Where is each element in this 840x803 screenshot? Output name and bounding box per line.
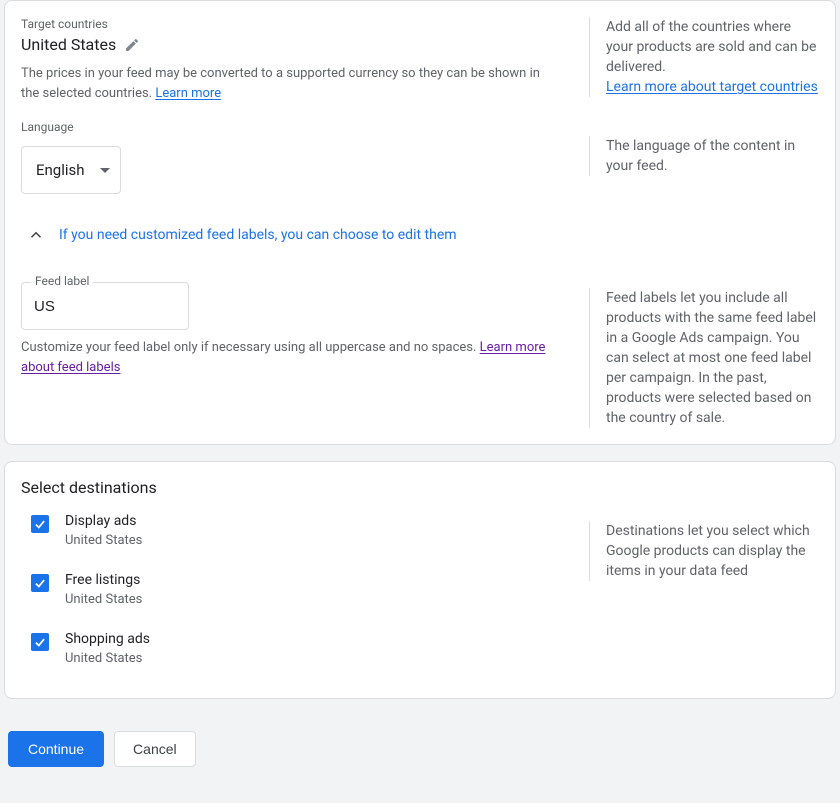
destination-checkbox[interactable] bbox=[31, 633, 49, 651]
destination-checkbox[interactable] bbox=[31, 515, 49, 533]
feed-label-expander-text: If you need customized feed labels, you … bbox=[59, 227, 457, 243]
destination-label: Display ads bbox=[65, 513, 142, 529]
language-value: English bbox=[36, 161, 85, 179]
target-learn-more-link[interactable]: Learn more bbox=[155, 86, 221, 101]
destination-row: Free listings United States bbox=[21, 564, 557, 623]
destination-checkbox[interactable] bbox=[31, 574, 49, 592]
language-label: Language bbox=[21, 120, 557, 134]
destination-label: Free listings bbox=[65, 572, 142, 588]
check-icon bbox=[33, 517, 47, 531]
feed-label-side-text: Feed labels let you include all products… bbox=[589, 288, 819, 428]
check-icon bbox=[33, 576, 47, 590]
destination-sub: United States bbox=[65, 592, 142, 607]
target-help-text: The prices in your feed may be converted… bbox=[21, 64, 557, 104]
feed-label-expander[interactable]: If you need customized feed labels, you … bbox=[21, 210, 819, 256]
destinations-side-text: Destinations let you select which Google… bbox=[589, 521, 819, 581]
chevron-up-icon bbox=[27, 226, 45, 244]
target-side-link[interactable]: Learn more about target countries bbox=[606, 79, 818, 95]
destination-sub: United States bbox=[65, 533, 142, 548]
target-side-text: Add all of the countries where your prod… bbox=[606, 19, 816, 75]
destination-sub: United States bbox=[65, 651, 150, 666]
check-icon bbox=[33, 635, 47, 649]
continue-button[interactable]: Continue bbox=[8, 731, 104, 767]
destination-row: Shopping ads United States bbox=[21, 623, 557, 682]
feed-label-input[interactable] bbox=[21, 282, 189, 330]
cancel-button[interactable]: Cancel bbox=[114, 731, 196, 767]
destination-label: Shopping ads bbox=[65, 631, 150, 647]
language-side-text: The language of the content in your feed… bbox=[589, 136, 819, 176]
edit-icon[interactable] bbox=[124, 37, 140, 53]
destinations-title: Select destinations bbox=[5, 462, 835, 505]
feed-label-help-text: Customize your feed label only if necess… bbox=[21, 338, 557, 378]
dropdown-icon bbox=[100, 168, 110, 173]
language-select[interactable]: English bbox=[21, 146, 121, 194]
target-country-value: United States bbox=[21, 35, 116, 54]
feed-label-floating: Feed label bbox=[31, 274, 93, 288]
target-countries-label: Target countries bbox=[21, 17, 557, 31]
destination-row: Display ads United States bbox=[21, 505, 557, 564]
